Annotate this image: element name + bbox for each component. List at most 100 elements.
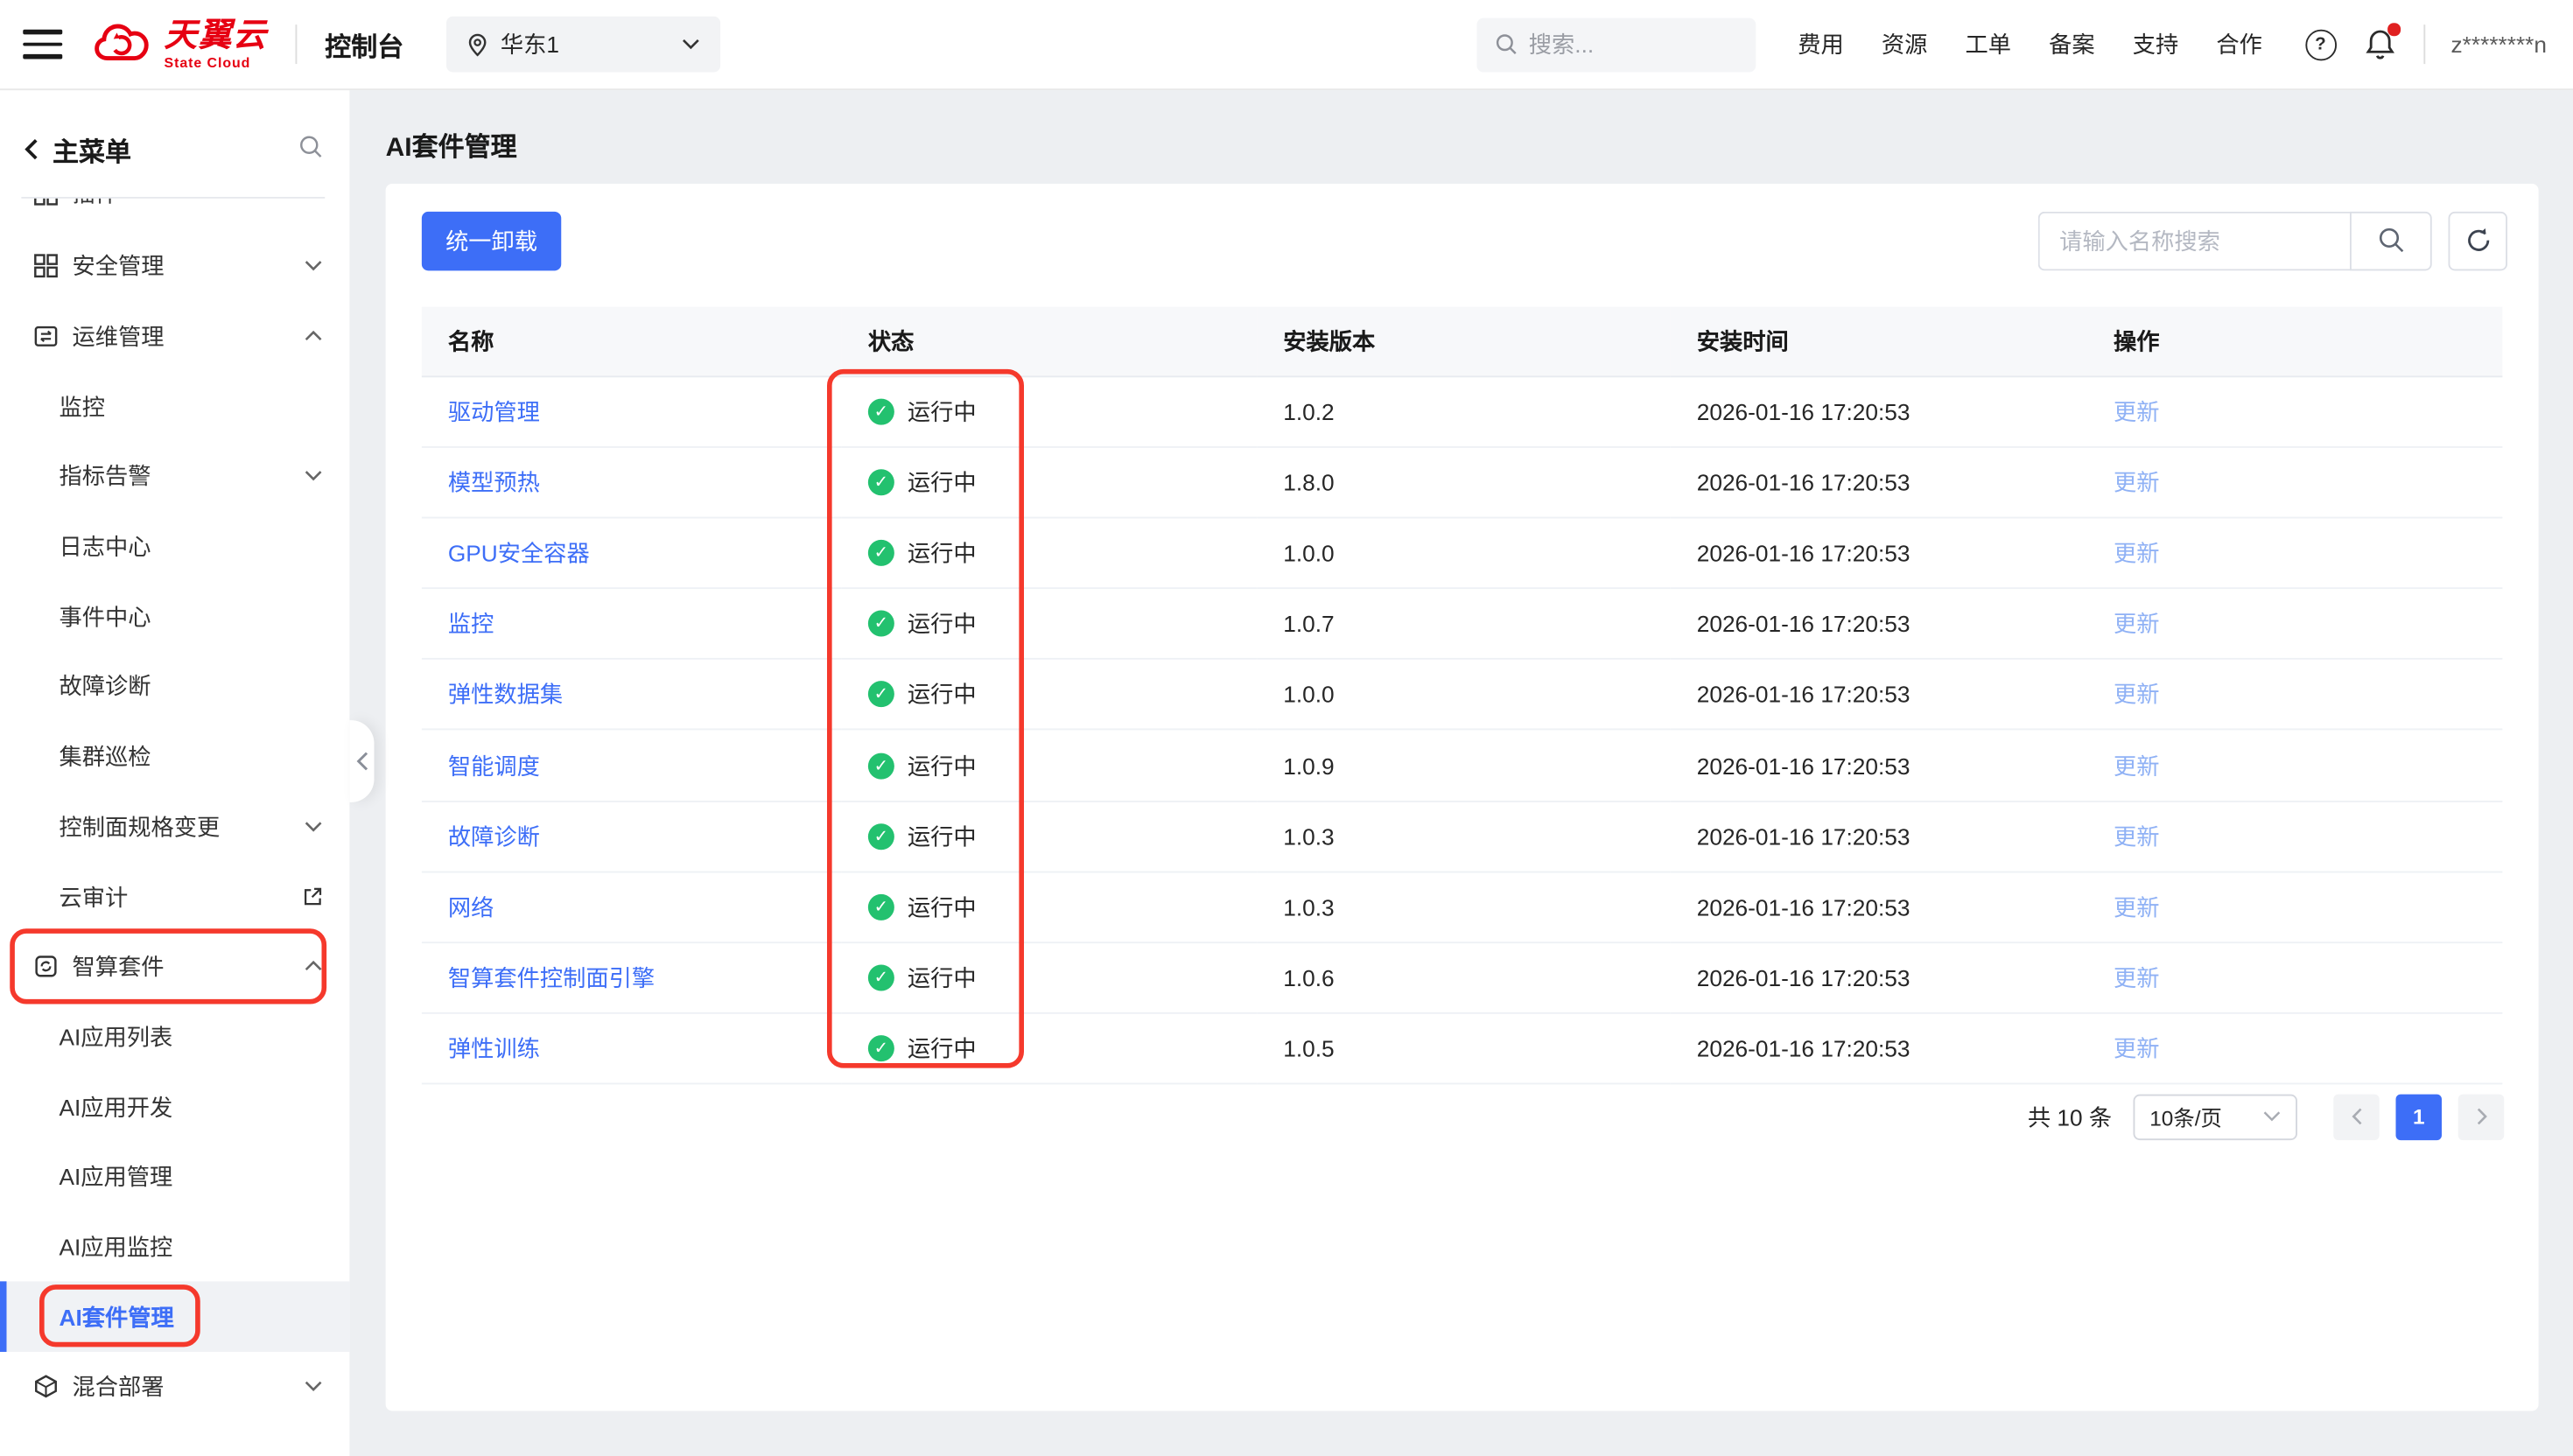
grid-icon bbox=[33, 199, 60, 207]
top-menu-item-support[interactable]: 支持 bbox=[2133, 28, 2179, 61]
package-name-link[interactable]: 监控 bbox=[448, 611, 494, 637]
chevron-left-icon bbox=[23, 138, 39, 161]
sidebar-item-security-mgmt[interactable]: 安全管理 bbox=[0, 231, 349, 301]
status-badge: ✓运行中 bbox=[868, 377, 1257, 446]
notification-bell-icon[interactable] bbox=[2364, 28, 2395, 61]
table-row: 智算套件控制面引擎✓运行中1.0.62026-01-16 17:20:53更新 bbox=[422, 942, 2503, 1013]
chevron-down-icon bbox=[304, 470, 324, 483]
page-title: AI套件管理 bbox=[386, 125, 517, 164]
uninstall-all-button[interactable]: 统一卸载 bbox=[422, 211, 561, 270]
installed-time: 2026-01-16 17:20:53 bbox=[1697, 964, 1910, 990]
table-row: 智能调度✓运行中1.0.92026-01-16 17:20:53更新 bbox=[422, 730, 2503, 801]
top-menu-item-billing[interactable]: 费用 bbox=[1798, 28, 1844, 61]
top-menu-item-resources[interactable]: 资源 bbox=[1882, 28, 1928, 61]
sidebar-item-clipped[interactable]: 插件 bbox=[0, 199, 349, 232]
package-name-link[interactable]: 驱动管理 bbox=[448, 399, 540, 425]
sidebar-item-label: AI应用开发 bbox=[60, 1090, 324, 1124]
total-count-label: 共 10 条 bbox=[2028, 1100, 2112, 1133]
sidebar-item-cloud-audit[interactable]: 云审计 bbox=[0, 862, 349, 932]
app-viewport: 天翼云 State Cloud 控制台 华东1 搜索... 费 bbox=[0, 0, 2573, 1456]
package-name-link[interactable]: GPU安全容器 bbox=[448, 540, 590, 566]
package-name-link[interactable]: 智算套件控制面引擎 bbox=[448, 964, 655, 990]
table-row: GPU安全容器✓运行中1.0.02026-01-16 17:20:53更新 bbox=[422, 518, 2503, 589]
sidebar-item-metric-alerts[interactable]: 指标告警 bbox=[0, 441, 349, 511]
sidebar-item-control-plane-spec-change[interactable]: 控制面规格变更 bbox=[0, 792, 349, 862]
region-label: 华东1 bbox=[501, 28, 670, 61]
update-action-link[interactable]: 更新 bbox=[2114, 682, 2160, 708]
sidebar-collapse-handle[interactable] bbox=[349, 720, 374, 802]
sidebar-item-cluster-inspection[interactable]: 集群巡检 bbox=[0, 722, 349, 792]
help-icon[interactable]: ? bbox=[2305, 29, 2337, 60]
package-name-link[interactable]: 模型预热 bbox=[448, 470, 540, 496]
installed-time: 2026-01-16 17:20:53 bbox=[1697, 1035, 1910, 1061]
top-menu-item-icp-filing[interactable]: 备案 bbox=[2049, 28, 2095, 61]
top-menu-item-cooperation[interactable]: 合作 bbox=[2216, 28, 2262, 61]
status-badge: ✓运行中 bbox=[868, 943, 1257, 1012]
refresh-button[interactable] bbox=[2449, 211, 2508, 270]
next-page-button[interactable] bbox=[2458, 1094, 2505, 1140]
update-action-link[interactable]: 更新 bbox=[2114, 540, 2160, 566]
brand-logo[interactable]: 天翼云 State Cloud bbox=[94, 19, 268, 69]
update-action-link[interactable]: 更新 bbox=[2114, 1035, 2160, 1061]
update-action-link[interactable]: 更新 bbox=[2114, 470, 2160, 496]
search-icon bbox=[2377, 227, 2405, 255]
table-row: 网络✓运行中1.0.32026-01-16 17:20:53更新 bbox=[422, 872, 2503, 942]
page-size-select[interactable]: 10条/页 bbox=[2134, 1094, 2298, 1140]
search-button[interactable] bbox=[2350, 211, 2432, 270]
sidebar-item-ai-app-list[interactable]: AI应用列表 bbox=[0, 1002, 349, 1072]
top-menu-item-tickets[interactable]: 工单 bbox=[1966, 28, 2012, 61]
console-link[interactable]: 控制台 bbox=[325, 24, 403, 64]
sidebar-item-ai-app-mgmt[interactable]: AI应用管理 bbox=[0, 1142, 349, 1212]
status-label: 运行中 bbox=[908, 749, 977, 782]
sidebar-item-label: 控制面规格变更 bbox=[60, 810, 294, 844]
status-label: 运行中 bbox=[908, 1032, 977, 1065]
installed-version: 1.0.0 bbox=[1283, 682, 1334, 708]
top-navbar: 天翼云 State Cloud 控制台 华东1 搜索... 费 bbox=[0, 0, 2573, 90]
sidebar-item-fault-diagnosis[interactable]: 故障诊断 bbox=[0, 652, 349, 722]
package-name-link[interactable]: 智能调度 bbox=[448, 752, 540, 779]
sidebar-item-ops-mgmt[interactable]: 运维管理 bbox=[0, 301, 349, 371]
sidebar: 主菜单 插件 安全管理运维管理监控指标告警日志中心事件中心故障诊断集群巡检控制面… bbox=[0, 90, 349, 1456]
sidebar-item-label: 混合部署 bbox=[73, 1370, 294, 1404]
chevron-left-icon bbox=[2351, 1108, 2362, 1126]
page-number-button[interactable]: 1 bbox=[2396, 1094, 2443, 1140]
prev-page-button[interactable] bbox=[2333, 1094, 2380, 1140]
update-action-link[interactable]: 更新 bbox=[2114, 823, 2160, 850]
update-action-link[interactable]: 更新 bbox=[2114, 893, 2160, 920]
sidebar-item-log-center[interactable]: 日志中心 bbox=[0, 512, 349, 582]
global-search-input[interactable]: 搜索... bbox=[1476, 18, 1756, 72]
update-action-link[interactable]: 更新 bbox=[2114, 964, 2160, 990]
hamburger-menu-icon[interactable] bbox=[23, 30, 62, 60]
sidebar-search-icon[interactable] bbox=[298, 135, 323, 159]
update-action-link[interactable]: 更新 bbox=[2114, 399, 2160, 425]
sidebar-item-monitoring[interactable]: 监控 bbox=[0, 371, 349, 441]
status-badge: ✓运行中 bbox=[868, 1013, 1257, 1082]
sidebar-item-ai-app-monitor[interactable]: AI应用监控 bbox=[0, 1212, 349, 1282]
installed-time: 2026-01-16 17:20:53 bbox=[1697, 823, 1910, 850]
status-badge: ✓运行中 bbox=[868, 519, 1257, 588]
installed-version: 1.0.7 bbox=[1283, 611, 1334, 637]
sidebar-item-hybrid-deploy[interactable]: 混合部署 bbox=[0, 1352, 349, 1422]
chevron-down-icon bbox=[2263, 1110, 2282, 1122]
sidebar-back-main-menu[interactable]: 主菜单 bbox=[23, 130, 131, 169]
update-action-link[interactable]: 更新 bbox=[2114, 752, 2160, 779]
package-name-link[interactable]: 故障诊断 bbox=[448, 823, 540, 850]
sidebar-item-ai-app-dev[interactable]: AI应用开发 bbox=[0, 1072, 349, 1142]
sidebar-item-ai-suite[interactable]: 智算套件 bbox=[0, 932, 349, 1002]
global-search-placeholder: 搜索... bbox=[1529, 28, 1594, 61]
chevron-up-icon bbox=[304, 960, 324, 973]
package-name-link[interactable]: 网络 bbox=[448, 893, 494, 920]
name-search-input[interactable] bbox=[2038, 211, 2350, 270]
status-label: 运行中 bbox=[908, 607, 977, 640]
sidebar-item-label: 插件 bbox=[73, 199, 119, 211]
update-action-link[interactable]: 更新 bbox=[2114, 611, 2160, 637]
user-account-menu[interactable]: z********n bbox=[2451, 32, 2547, 58]
sidebar-item-label: AI应用监控 bbox=[60, 1230, 324, 1264]
sidebar-item-event-center[interactable]: 事件中心 bbox=[0, 582, 349, 652]
installed-version: 1.0.5 bbox=[1283, 1035, 1334, 1061]
package-name-link[interactable]: 弹性训练 bbox=[448, 1035, 540, 1061]
search-icon bbox=[1494, 33, 1517, 56]
sidebar-item-ai-suite-mgmt[interactable]: AI套件管理 bbox=[0, 1282, 349, 1352]
package-name-link[interactable]: 弹性数据集 bbox=[448, 682, 563, 708]
region-selector[interactable]: 华东1 bbox=[446, 17, 720, 73]
